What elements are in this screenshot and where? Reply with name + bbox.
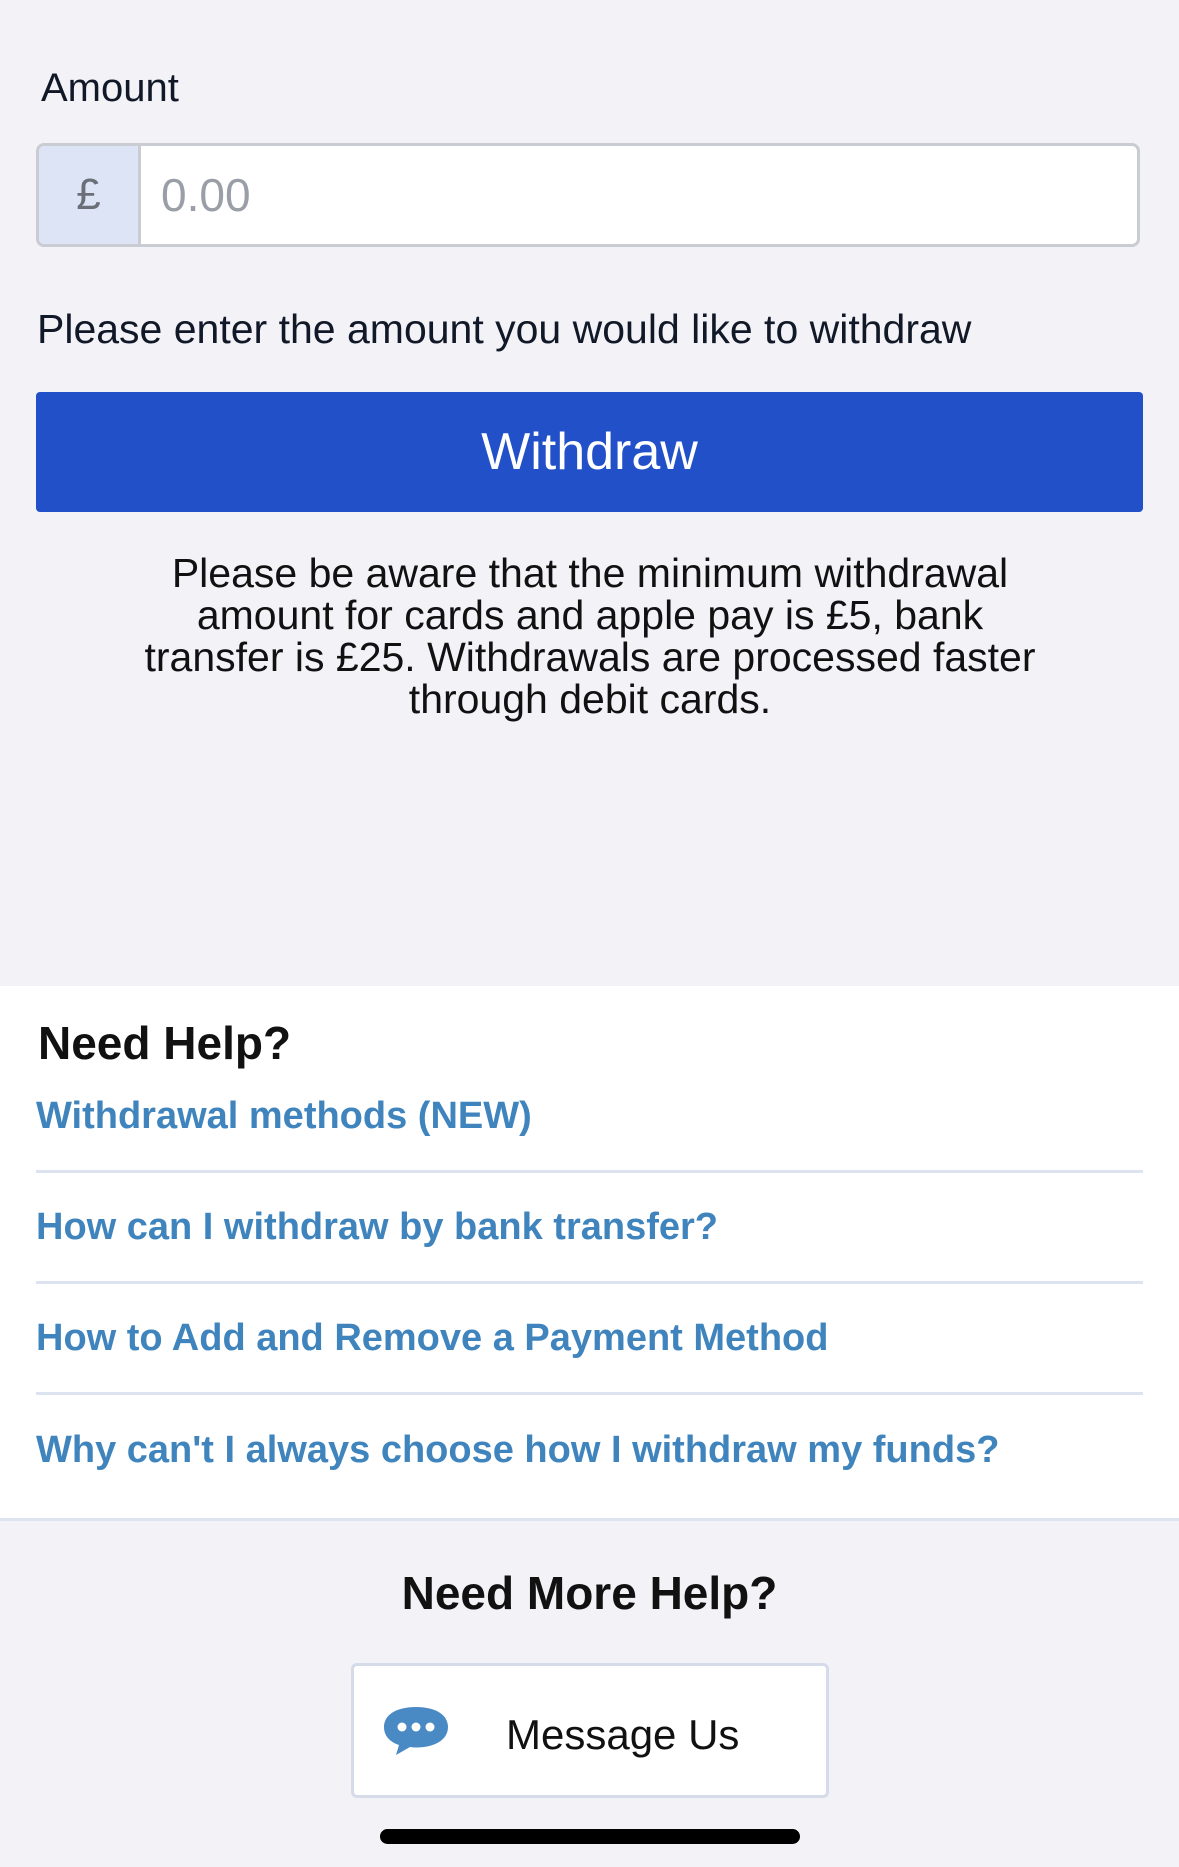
home-indicator[interactable] [380,1829,800,1844]
amount-hint: Please enter the amount you would like t… [37,306,972,352]
help-link-payment-method[interactable]: How to Add and Remove a Payment Method [36,1284,1143,1395]
chat-bubble-icon [384,1707,448,1755]
amount-label: Amount [41,66,179,110]
amount-input-group[interactable]: £ [36,143,1140,247]
withdraw-form: Amount £ Please enter the amount you wou… [0,0,1179,986]
help-links-list: Withdrawal methods (NEW) How can I withd… [36,1062,1143,1506]
currency-prefix: £ [39,146,141,244]
withdrawal-notice: Please be aware that the minimum withdra… [144,550,1036,722]
message-us-button[interactable]: Message Us [351,1663,829,1798]
message-us-label: Message Us [506,1711,740,1758]
withdraw-button[interactable]: Withdraw [36,392,1143,512]
help-section: Need Help? Withdrawal methods (NEW) How … [0,986,1179,1521]
help-link-bank-transfer[interactable]: How can I withdraw by bank transfer? [36,1173,1143,1284]
help-link-withdrawal-methods[interactable]: Withdrawal methods (NEW) [36,1062,1143,1173]
amount-input[interactable] [141,146,1137,244]
more-help-title: Need More Help? [401,1567,778,1619]
help-link-choose-withdraw[interactable]: Why can't I always choose how I withdraw… [36,1395,1143,1506]
